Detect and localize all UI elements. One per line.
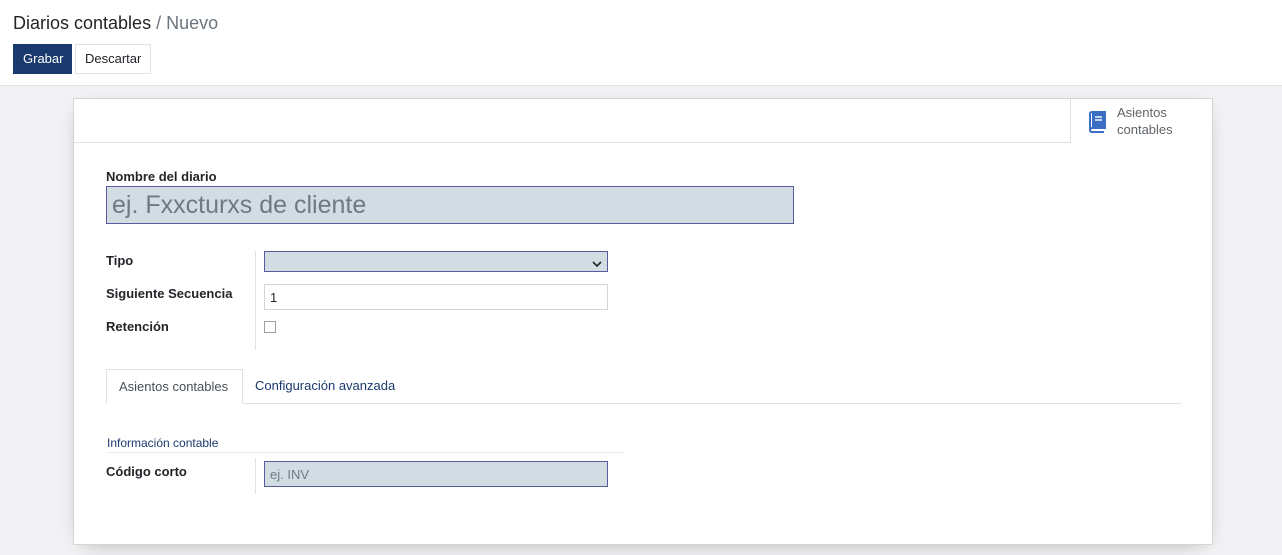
journal-name-input[interactable] (106, 186, 794, 224)
short-code-input[interactable] (264, 461, 608, 487)
journal-name-label: Nombre del diario (106, 169, 217, 184)
chevron-down-icon (592, 256, 602, 268)
smart-button-label: Asientos contables (1117, 104, 1207, 138)
tab-advanced-settings[interactable]: Configuración avanzada (243, 369, 407, 404)
discard-button[interactable]: Descartar (75, 44, 151, 74)
short-code-label: Código corto (106, 464, 187, 479)
journal-entries-smart-button[interactable]: Asientos contables (1070, 99, 1212, 143)
next-sequence-input[interactable] (264, 284, 608, 310)
retention-checkbox[interactable] (264, 321, 276, 333)
form-sheet: Asientos contables Nombre del diario Tip… (73, 98, 1213, 545)
tab-journal-entries[interactable]: Asientos contables (106, 369, 243, 404)
breadcrumb-current: Nuevo (166, 13, 219, 33)
field-group-divider (255, 251, 256, 350)
save-button[interactable]: Grabar (13, 44, 72, 74)
type-label: Tipo (106, 253, 134, 268)
notebook-tabs: Asientos contables Configuración avanzad… (106, 369, 1181, 404)
next-sequence-label: Siguiente Secuencia (106, 286, 233, 301)
smart-button-box: Asientos contables (74, 99, 1212, 143)
breadcrumb-parent-link[interactable]: Diarios contables (13, 13, 151, 33)
smart-button-label-line2: contables (1117, 122, 1173, 137)
smart-button-label-line1: Asientos (1117, 105, 1167, 120)
breadcrumb: Diarios contables / Nuevo (13, 12, 218, 34)
book-icon (1087, 111, 1107, 133)
retention-label: Retención (106, 319, 169, 334)
field-group-divider (255, 458, 256, 494)
control-panel: Diarios contables / Nuevo Grabar Descart… (0, 0, 1282, 86)
breadcrumb-separator: / (151, 13, 167, 33)
type-select[interactable] (264, 251, 608, 272)
accounting-info-section-title: Información contable (107, 436, 625, 453)
